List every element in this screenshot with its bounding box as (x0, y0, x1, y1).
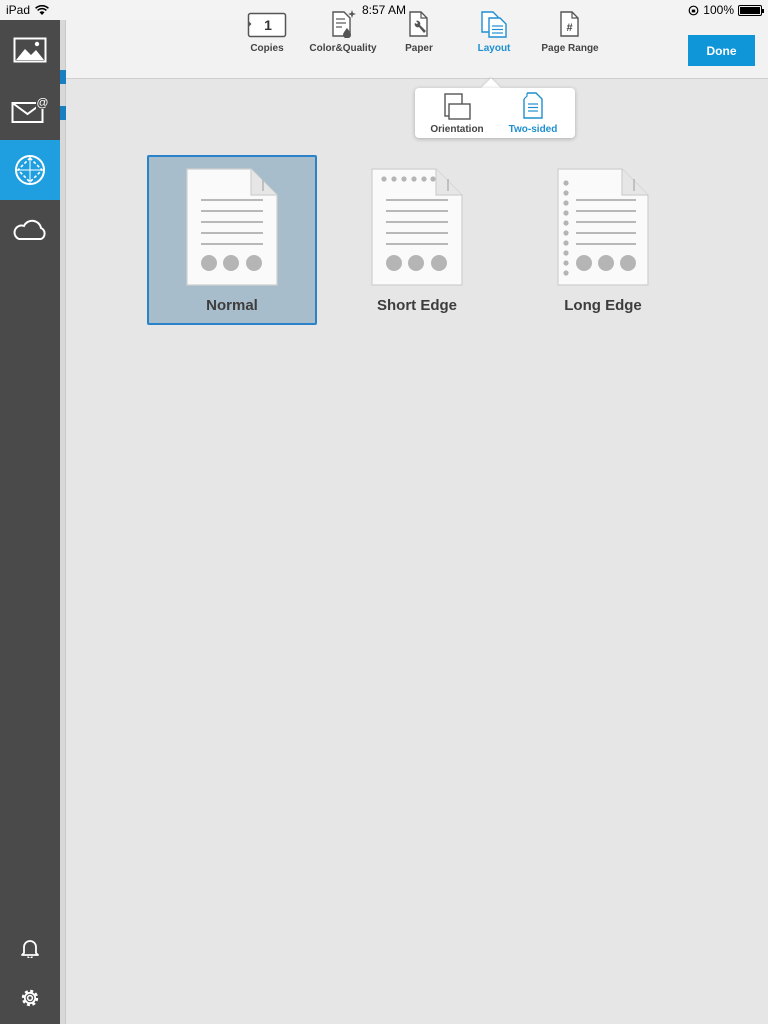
option-short-edge[interactable]: Short Edge (332, 155, 502, 325)
tab-label: Page Range (541, 43, 599, 54)
document-long-edge-icon (557, 168, 649, 286)
popover-item-two-sided[interactable]: Two-sided (505, 92, 561, 136)
layout-popover: Orientation Two-sided (415, 88, 575, 138)
sidebar-item-print[interactable] (0, 140, 60, 200)
sidebar-item-cloud[interactable] (0, 200, 60, 260)
color-quality-icon (332, 10, 356, 38)
sidebar-edge (60, 20, 66, 1024)
popover-item-orientation[interactable]: Orientation (429, 92, 485, 136)
orientation-lock-icon (688, 5, 699, 15)
battery-percent: 100% (703, 3, 734, 17)
layout-icon (481, 11, 507, 38)
print-target-icon (15, 155, 45, 185)
copies-value: 1 (264, 17, 272, 33)
tab-layout[interactable]: Layout (474, 8, 514, 56)
copies-icon: 1 (247, 12, 287, 38)
two-sided-icon (523, 92, 543, 119)
option-label: Normal (206, 297, 258, 314)
paper-wrench-icon (409, 11, 428, 37)
option-label: Short Edge (376, 297, 457, 314)
option-long-edge[interactable]: Long Edge (518, 155, 688, 325)
edge-indicator (60, 106, 66, 120)
sidebar-item-settings[interactable] (0, 968, 60, 1024)
tab-page-range[interactable]: # Page Range (538, 8, 602, 56)
tab-paper[interactable]: Paper (400, 8, 438, 56)
bell-icon (21, 940, 39, 958)
orientation-icon (444, 93, 471, 120)
image-icon (13, 37, 47, 63)
option-normal[interactable]: Normal (147, 155, 317, 325)
popover-label: Orientation (430, 124, 484, 135)
page-range-icon: # (560, 11, 579, 37)
battery-icon (738, 4, 764, 16)
battery-level (740, 6, 760, 14)
tab-copies[interactable]: 1 Copies (246, 8, 288, 56)
sidebar: @ (0, 20, 60, 1024)
tab-color-quality[interactable]: Color&Quality (306, 8, 380, 56)
popover-label: Two-sided (508, 124, 558, 135)
document-normal-icon (186, 168, 278, 286)
tab-label: Color&Quality (309, 43, 377, 54)
cloud-icon (13, 219, 46, 240)
tab-label: Layout (477, 43, 511, 54)
page-range-glyph: # (566, 22, 572, 34)
tab-label: Copies (250, 43, 284, 54)
document-short-edge-icon (371, 168, 463, 286)
tab-label: Paper (405, 43, 433, 54)
svg-text:@: @ (36, 96, 48, 110)
gear-icon (21, 989, 39, 1007)
done-button[interactable]: Done (688, 35, 755, 66)
status-time: 8:57 AM (361, 3, 407, 17)
option-label: Long Edge (564, 297, 642, 314)
status-bar: iPad 8:57 AM 100% (0, 0, 768, 20)
sidebar-item-photos[interactable] (0, 20, 60, 80)
email-at-icon: @ (11, 96, 49, 123)
sidebar-item-email[interactable]: @ (0, 80, 60, 140)
